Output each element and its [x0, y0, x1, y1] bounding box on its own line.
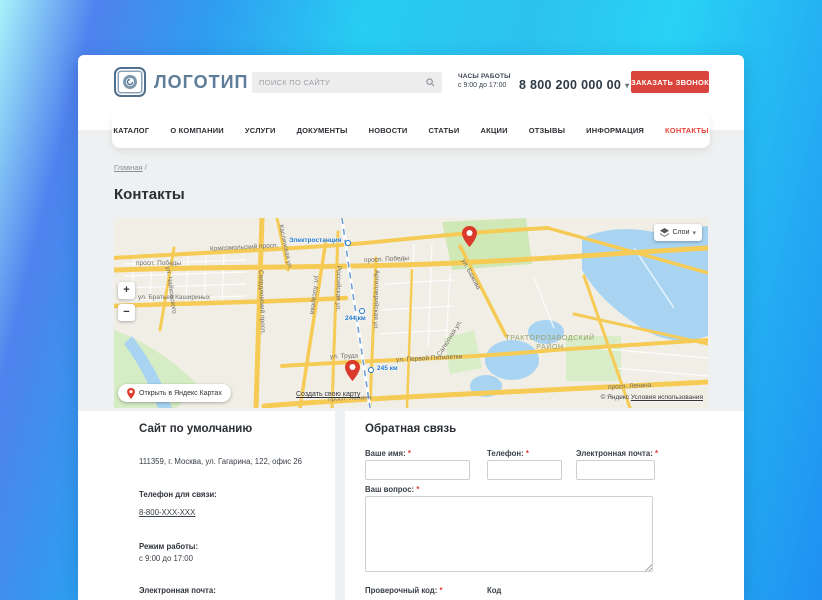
search-icon[interactable] [426, 78, 435, 87]
breadcrumb-separator: / [145, 163, 147, 172]
nav-item-about[interactable]: О КОМПАНИИ [170, 126, 224, 135]
station-icon [359, 308, 365, 314]
nav-item-reviews[interactable]: ОТЗЫВЫ [529, 126, 565, 135]
station-icon [345, 240, 351, 246]
map-attribution: © Яндекс Условия использования [601, 394, 703, 401]
required-mark: * [655, 449, 658, 458]
contact-address: 111359, г. Москва, ул. Гагарина, 122, оф… [139, 457, 319, 468]
map-street-label: Артиллерийская ул. [372, 270, 380, 331]
feedback-form-panel: Обратная связь Ваше имя: * Телефон: * Эл… [345, 411, 744, 600]
map-station-label: Электростанция [289, 237, 342, 244]
question-textarea[interactable] [365, 496, 653, 572]
layers-icon [660, 228, 669, 237]
nav-item-promos[interactable]: АКЦИИ [480, 126, 507, 135]
nav-item-news[interactable]: НОВОСТИ [369, 126, 408, 135]
open-in-yandex-maps-label: Открыть в Яндекс Картах [139, 390, 222, 397]
map-district-label: ТРАКТОРОЗАВОДСКИЙ РАЙОН [502, 334, 598, 352]
main-nav: КАТАЛОГ О КОМПАНИИ УСЛУГИ ДОКУМЕНТЫ НОВО… [112, 113, 710, 148]
header-phone-number: 8 800 200 000 00 [519, 78, 621, 92]
nav-item-contacts[interactable]: КОНТАКТЫ [665, 126, 709, 135]
required-mark: * [408, 449, 411, 458]
map-street-label: просп. Победы [136, 260, 181, 267]
captcha-code-label: Код [487, 586, 501, 595]
email-field-label-text: Электронная почта: [576, 449, 653, 458]
page-title: Контакты [114, 186, 185, 203]
contact-panel-title: Сайт по умолчанию [139, 423, 319, 435]
question-field-label-text: Ваш вопрос: [365, 485, 414, 494]
map-district-line2: РАЙОН [502, 343, 598, 352]
map-terms-link[interactable]: Условия использования [631, 394, 703, 401]
email-field-label: Электронная почта: * [576, 449, 658, 458]
required-mark: * [416, 485, 419, 494]
nav-item-documents[interactable]: ДОКУМЕНТЫ [297, 126, 348, 135]
email-input[interactable] [576, 460, 655, 480]
chevron-down-icon[interactable]: ▾ [625, 81, 629, 90]
contact-email-label: Электронная почта: [139, 586, 319, 595]
map-canvas [114, 218, 708, 408]
create-map-link[interactable]: Создать свою карту [296, 391, 360, 398]
map-marker-icon[interactable] [462, 226, 477, 252]
nav-item-information[interactable]: ИНФОРМАЦИЯ [586, 126, 644, 135]
map-district-line1: ТРАКТОРОЗАВОДСКИЙ [502, 334, 598, 343]
map-marker-icon[interactable] [345, 360, 360, 386]
contact-phone-link[interactable]: 8-800-XXX-XXX [139, 508, 195, 517]
working-hours-value: с 9:00 до 17:00 [458, 81, 511, 91]
required-mark: * [440, 586, 443, 595]
logo-text: ЛОГОТИП [154, 72, 248, 93]
contact-hours-value: с 9:00 до 17:00 [139, 554, 319, 565]
nav-item-services[interactable]: УСЛУГИ [245, 126, 276, 135]
map-station-label: 244 км [345, 315, 366, 322]
working-hours: ЧАСЫ РАБОТЫ с 9:00 до 17:00 [458, 72, 511, 92]
feedback-form-title: Обратная связь [365, 423, 456, 435]
logo-icon [114, 67, 146, 97]
map-zoom-in-button[interactable]: + [118, 282, 135, 299]
contact-hours-label: Режим работы: [139, 542, 319, 551]
phone-field-label-text: Телефон: [487, 449, 524, 458]
phone-input[interactable] [487, 460, 562, 480]
breadcrumb-home-link[interactable]: Главная [114, 163, 143, 172]
captcha-label: Проверочный код: * [365, 586, 443, 595]
header-phone[interactable]: 8 800 200 000 00 ▾ [519, 78, 629, 92]
site-logo[interactable]: ЛОГОТИП [114, 67, 248, 97]
map-layers-button[interactable]: Слои ▾ [654, 224, 702, 241]
map-zoom-out-button[interactable]: − [118, 304, 135, 321]
breadcrumb: Главная / [114, 163, 147, 172]
open-in-yandex-maps-button[interactable]: Открыть в Яндекс Картах [118, 384, 231, 402]
contact-info-panel: Сайт по умолчанию 111359, г. Москва, ул.… [78, 411, 335, 600]
pin-icon [127, 388, 135, 399]
search-input[interactable] [259, 78, 426, 87]
map-street-label: Российская ул. [334, 266, 342, 311]
order-call-button[interactable]: ЗАКАЗАТЬ ЗВОНОК [631, 71, 709, 93]
name-input[interactable] [365, 460, 470, 480]
captcha-label-text: Проверочный код: [365, 586, 437, 595]
contact-phone-label: Телефон для связи: [139, 490, 319, 499]
map-copyright: © Яндекс [601, 394, 629, 401]
nav-item-articles[interactable]: СТАТЬИ [429, 126, 460, 135]
station-icon [368, 367, 374, 373]
phone-field-label: Телефон: * [487, 449, 529, 458]
name-field-label-text: Ваше имя: [365, 449, 406, 458]
chevron-down-icon: ▾ [692, 229, 696, 237]
working-hours-label: ЧАСЫ РАБОТЫ [458, 72, 511, 81]
resize-grip-icon[interactable] [645, 564, 652, 571]
question-field-label: Ваш вопрос: * [365, 485, 419, 494]
yandex-map[interactable]: Комсомольский просп. просп. Победы просп… [114, 218, 708, 408]
nav-item-catalog[interactable]: КАТАЛОГ [113, 126, 149, 135]
layers-label: Слои [672, 229, 689, 236]
site-card: ЛОГОТИП ЧАСЫ РАБОТЫ с 9:00 до 17:00 8 80… [78, 55, 744, 600]
site-search [252, 72, 442, 93]
name-field-label: Ваше имя: * [365, 449, 411, 458]
required-mark: * [526, 449, 529, 458]
page-background: ЛОГОТИП ЧАСЫ РАБОТЫ с 9:00 до 17:00 8 80… [0, 0, 822, 600]
map-station-label: 245 км [377, 365, 398, 372]
